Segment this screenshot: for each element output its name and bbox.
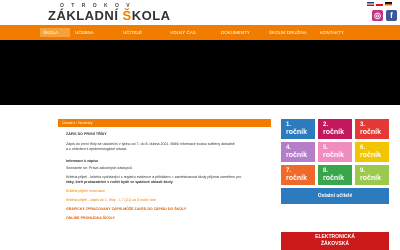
language-switcher — [367, 2, 393, 6]
section-heading: Informace k zápisu — [66, 159, 99, 163]
grade-number: 1. — [286, 122, 292, 128]
social-links: ◎ f — [369, 9, 399, 22]
sidebar: 1. ročník 2. ročník 3. ročník 4. ročník … — [281, 119, 389, 250]
grade-label: ročník — [286, 152, 308, 159]
info-line: Kritéria přijetí - kritéria vycházející … — [66, 175, 242, 179]
nav-item-label: UČITELÉ — [123, 30, 143, 35]
nav-item-label: ŠKOLNÍ DRUŽINA — [269, 30, 307, 35]
article-link[interactable]: Kritéria přijetí - zápis do 1. třídy - 1… — [66, 198, 156, 203]
grade-tile-4[interactable]: 4. ročník — [281, 142, 315, 162]
grade-number: 4. — [286, 145, 292, 151]
grade-label: ročník — [323, 129, 345, 136]
grade-label: ročník — [360, 152, 382, 159]
grade-label: ročník — [360, 175, 382, 182]
grade-number: 6. — [360, 145, 366, 151]
grade-tile-8[interactable]: 8. ročník — [318, 165, 352, 185]
grade-tile-3[interactable]: 3. ročník — [355, 119, 389, 139]
eshop-line: ELEKTRONICKÁ — [315, 234, 355, 240]
grade-number: 7. — [286, 168, 292, 174]
grade-label: ročník — [323, 152, 345, 159]
grade-tile-1[interactable]: 1. ročník — [281, 119, 315, 139]
logo-mark: Š — [122, 8, 132, 23]
main-navigation: ŠKOLA UČEBNA UČITELÉ VOLNÝ ČAS DOKUMENTY… — [0, 25, 400, 40]
grade-tile-5[interactable]: 5. ročník — [318, 142, 352, 162]
nav-item-ucebna[interactable]: UČEBNA — [72, 28, 117, 37]
article-link[interactable]: Kritéria přijetí/ rezervace — [66, 189, 105, 194]
grade-label: ročník — [286, 129, 308, 136]
grade-number: 5. — [323, 145, 329, 151]
nav-item-label: VOLNÝ ČAS — [170, 30, 196, 35]
grade-tile-7[interactable]: 7. ročník — [281, 165, 315, 185]
nav-item-volny-cas[interactable]: VOLNÝ ČAS — [167, 28, 215, 37]
logo-title-prefix: ZÁKLADNÍ — [48, 8, 123, 23]
nav-item-label: ŠKOLA — [43, 30, 59, 35]
flag-english-icon[interactable] — [367, 2, 374, 6]
info-line: Seznamte se: Práva zákonných zástupců — [66, 166, 132, 170]
highlight-link[interactable]: ONLINE PROHLÍDKA ŠKOLY — [66, 216, 115, 221]
grade-tile-9[interactable]: 9. ročník — [355, 165, 389, 185]
info-line-emphasis: žáky, kteří prokazatelně v rodiči bydlí … — [66, 180, 174, 184]
nav-item-label: KONTAKTY — [320, 30, 344, 35]
highlight-link[interactable]: GRAFICKÝ ZPRACOVANÝ ZÁPIS MŮŽE ZAVED DO … — [66, 207, 186, 212]
grade-label: ročník — [360, 129, 382, 136]
article-content: ZÁPIS DO PRVNÍ TŘÍDY Zápis do první tříd… — [58, 127, 271, 250]
logo-title-suffix: KOLA — [131, 8, 171, 23]
article-title: ZÁPIS DO PRVNÍ TŘÍDY — [66, 132, 107, 136]
logo-title: ZÁKLADNÍ ŠKOLA — [48, 8, 171, 23]
breadcrumb[interactable]: Úvodní › Novinky — [62, 120, 92, 125]
section-spacer — [0, 105, 400, 119]
nav-item-kontakty[interactable]: KONTAKTY — [317, 28, 363, 37]
site-header: O T R O K O V ZÁKLADNÍ ŠKOLA ◎ f — [0, 0, 400, 25]
instagram-icon[interactable]: ◎ — [372, 10, 383, 21]
grade-label: ročník — [323, 175, 345, 182]
school-logo[interactable]: O T R O K O V ZÁKLADNÍ ŠKOLA — [48, 3, 188, 23]
other-teachers-button[interactable]: Ostatní učitelé — [281, 188, 389, 204]
facebook-icon[interactable]: f — [386, 10, 397, 21]
article-paragraph-line: a s ohledem k epidemiologické situaci. — [66, 147, 128, 151]
hero-banner — [0, 40, 400, 105]
grade-number: 2. — [323, 122, 329, 128]
eshop-line: ŽÁKOVSKÁ — [320, 241, 350, 247]
flag-german-icon[interactable] — [385, 2, 392, 6]
nav-item-dokumenty[interactable]: DOKUMENTY — [218, 28, 263, 37]
grade-number: 3. — [360, 122, 366, 128]
article-paragraph-line: Zápis do první třídy se uskuteční v týdn… — [66, 142, 235, 146]
nav-item-skola[interactable]: ŠKOLA — [40, 28, 70, 37]
content-header-bar: Úvodní › Novinky — [58, 119, 271, 127]
electronic-student-book-button[interactable]: ELEKTRONICKÁ ŽÁKOVSKÁ — [281, 232, 389, 250]
grade-label: ročník — [286, 175, 308, 182]
nav-item-ucitele[interactable]: UČITELÉ — [120, 28, 164, 37]
grade-tile-2[interactable]: 2. ročník — [318, 119, 352, 139]
grade-tile-6[interactable]: 6. ročník — [355, 142, 389, 162]
nav-item-label: DOKUMENTY — [221, 30, 250, 35]
nav-item-skolni-druzina[interactable]: ŠKOLNÍ DRUŽINA — [266, 28, 314, 37]
facebook-glyph: f — [390, 11, 393, 20]
instagram-glyph: ◎ — [374, 11, 381, 20]
grade-number: 9. — [360, 168, 366, 174]
flag-czech-icon[interactable] — [376, 2, 383, 6]
nav-item-label: UČEBNA — [75, 30, 94, 35]
grade-number: 8. — [323, 168, 329, 174]
